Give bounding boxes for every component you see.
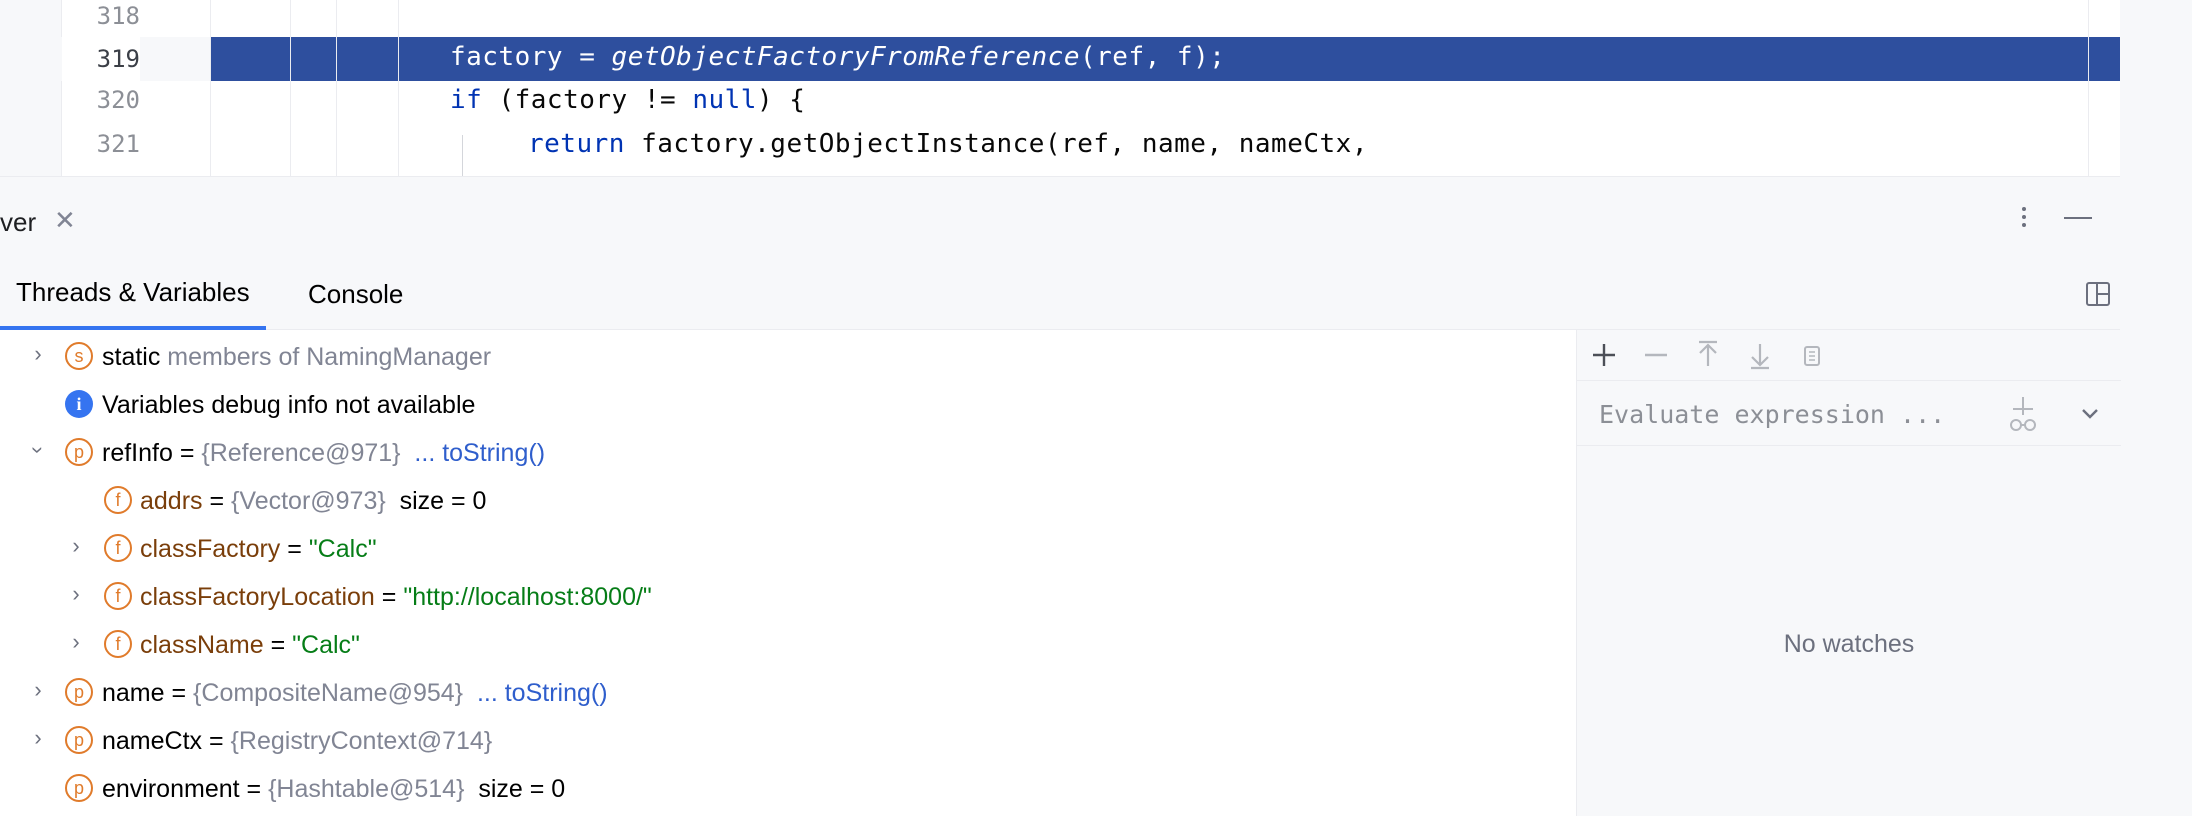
move-down-icon[interactable] (1743, 338, 1777, 372)
more-vertical-icon[interactable] (2012, 199, 2036, 235)
line-number: 318 (96, 2, 140, 30)
code-line-318[interactable]: 318 (0, 0, 2120, 40)
field-badge-icon: f (104, 486, 132, 514)
tab-console[interactable]: Console (292, 258, 419, 330)
minimize-icon[interactable] (2064, 217, 2092, 219)
move-up-icon[interactable] (1691, 338, 1725, 372)
indent-guide (462, 135, 463, 176)
row-text: className = "Calc" (140, 631, 360, 659)
right-margin-guide (2088, 0, 2089, 176)
parameter-badge-icon: p (65, 438, 93, 466)
debug-session-title[interactable]: ver (0, 207, 36, 238)
close-icon[interactable]: ✕ (54, 205, 76, 236)
remove-icon[interactable] (1639, 338, 1673, 372)
gutter-divider (336, 0, 337, 176)
tree-row-addrs[interactable]: f addrs = {Vector@973} size = 0 (0, 476, 1576, 524)
tree-row-classFactoryLocation[interactable]: › f classFactoryLocation = "http://local… (0, 572, 1576, 620)
tree-row-name[interactable]: › p name = {CompositeName@954} ... toStr… (0, 668, 1576, 716)
row-text: nameCtx = {RegistryContext@714} (102, 727, 493, 755)
debugger-tabs: Threads & Variables Console (0, 258, 2120, 330)
copy-icon[interactable] (1795, 338, 1829, 372)
watches-panel: No watches (1576, 330, 2121, 816)
tree-row-className[interactable]: › f className = "Calc" (0, 620, 1576, 668)
static-badge-icon: s (65, 342, 93, 370)
code-text: if (factory != null) { (450, 85, 806, 115)
code-line-320[interactable]: 320 if (factory != null) { (0, 80, 2120, 124)
chevron-right-icon[interactable]: › (66, 535, 86, 557)
watches-toolbar (1577, 330, 2121, 380)
parameter-badge-icon: p (65, 726, 93, 754)
code-line-319-current[interactable]: 319 factory = getObjectFactoryFromRefere… (0, 37, 2120, 81)
evaluate-expression-bar (1577, 380, 2121, 446)
add-watch-icon[interactable] (2005, 395, 2041, 433)
chevron-down-icon[interactable]: › (26, 440, 51, 460)
gutter-divider (398, 0, 399, 176)
code-text: factory = getObjectFactoryFromReference(… (450, 42, 1226, 72)
gutter-divider (210, 0, 211, 176)
layout-icon[interactable] (2086, 282, 2110, 306)
line-number: 320 (96, 86, 140, 114)
field-badge-icon: f (104, 582, 132, 610)
add-icon[interactable] (1587, 338, 1621, 372)
variables-tree[interactable]: › s static members of NamingManager i Va… (0, 330, 1576, 816)
tostring-link[interactable]: ... toString() (414, 439, 545, 467)
evaluate-expression-input[interactable] (1599, 395, 1979, 433)
tree-row-info[interactable]: i Variables debug info not available (0, 380, 1576, 428)
code-line-321[interactable]: 321 return factory.getObjectInstance(ref… (0, 124, 2120, 168)
chevron-right-icon[interactable]: › (28, 343, 48, 365)
row-text: refInfo = {Reference@971} ... toString() (102, 439, 546, 467)
tree-row-nameCtx[interactable]: › p nameCtx = {RegistryContext@714} (0, 716, 1576, 764)
tostring-link[interactable]: ... toString() (477, 679, 608, 707)
code-text: return factory.getObjectInstance(ref, na… (528, 129, 1368, 159)
chevron-right-icon[interactable]: › (28, 679, 48, 701)
row-text: classFactoryLocation = "http://localhost… (140, 583, 652, 611)
chevron-right-icon[interactable]: › (66, 631, 86, 653)
tree-row-environment[interactable]: p environment = {Hashtable@514} size = 0 (0, 764, 1576, 812)
row-text: static members of NamingManager (102, 343, 492, 371)
field-badge-icon: f (104, 534, 132, 562)
debug-tool-window-header: ver ✕ (0, 176, 2120, 258)
row-text: Variables debug info not available (102, 391, 476, 419)
empty-watches-text: No watches (1783, 630, 1915, 658)
tree-row-refInfo[interactable]: › p refInfo = {Reference@971} ... toStri… (0, 428, 1576, 476)
parameter-badge-icon: p (65, 774, 93, 802)
chevron-down-icon[interactable] (2073, 397, 2107, 431)
line-number: 321 (96, 130, 140, 158)
parameter-badge-icon: p (65, 678, 93, 706)
row-text: name = {CompositeName@954} ... toString(… (102, 679, 608, 707)
line-number: 319 (62, 37, 140, 81)
row-text: addrs = {Vector@973} size = 0 (140, 487, 487, 515)
field-badge-icon: f (104, 630, 132, 658)
gutter-divider (290, 0, 291, 176)
tree-row-static[interactable]: › s static members of NamingManager (0, 332, 1576, 380)
row-text: environment = {Hashtable@514} size = 0 (102, 775, 566, 803)
chevron-right-icon[interactable]: › (66, 583, 86, 605)
tree-row-classFactory[interactable]: › f classFactory = "Calc" (0, 524, 1576, 572)
row-text: classFactory = "Calc" (140, 535, 377, 563)
tab-threads-variables[interactable]: Threads & Variables (0, 258, 266, 330)
chevron-right-icon[interactable]: › (28, 727, 48, 749)
code-editor[interactable]: 318 319 factory = getObjectFactoryFromRe… (0, 0, 2120, 176)
info-icon: i (65, 390, 93, 418)
